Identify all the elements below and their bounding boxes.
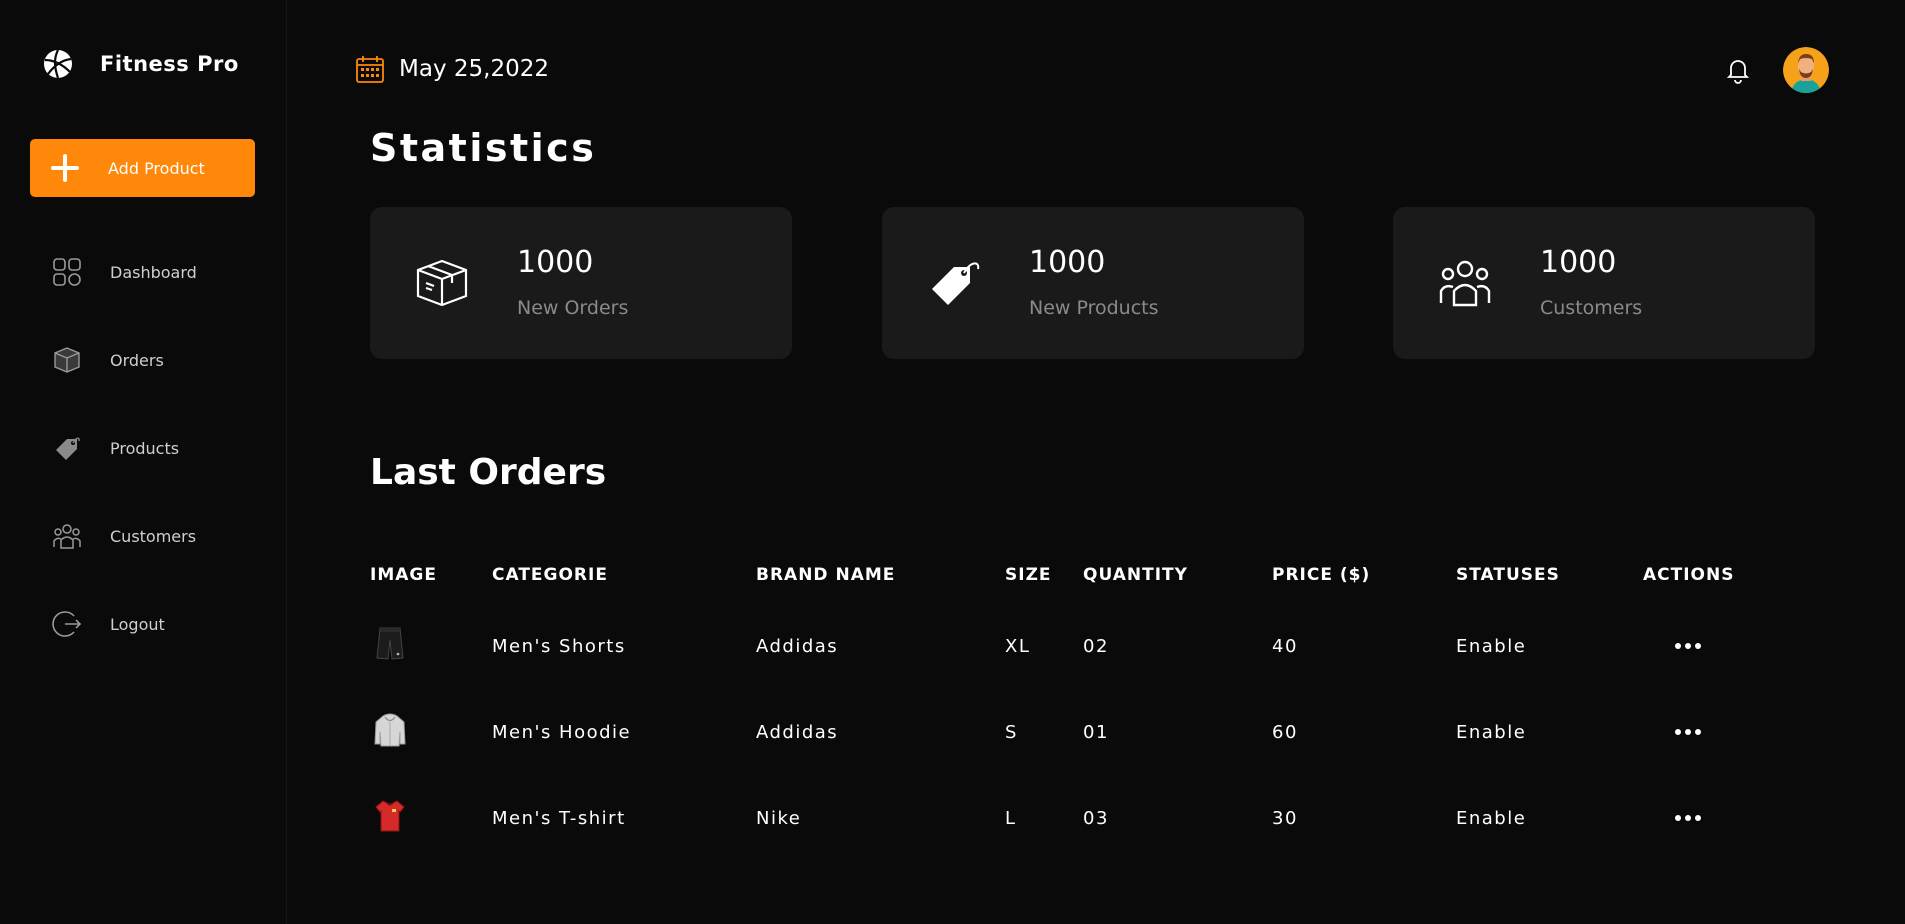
sidebar-item-label: Customers xyxy=(110,526,197,546)
stat-label: New Products xyxy=(1029,297,1159,319)
volleyball-logo-icon xyxy=(44,49,72,79)
sidebar-item-label: Orders xyxy=(110,350,164,370)
cell-status: Enable xyxy=(1456,722,1527,743)
logout-icon xyxy=(52,609,82,639)
sidebar-item-label: Products xyxy=(110,438,180,458)
sidebar-item-dashboard[interactable]: Dashboard xyxy=(0,228,287,316)
more-actions-icon[interactable] xyxy=(1673,727,1703,737)
more-actions-icon[interactable] xyxy=(1673,813,1703,823)
column-header-image: IMAGE xyxy=(370,565,437,585)
tag-icon xyxy=(52,433,82,463)
cell-category: Men's Hoodie xyxy=(492,722,632,743)
cell-brand: Addidas xyxy=(756,636,839,657)
box-icon xyxy=(416,259,468,307)
column-header-actions: ACTIONS xyxy=(1643,565,1735,585)
brand[interactable]: Fitness Pro xyxy=(42,48,239,80)
cell-status: Enable xyxy=(1456,636,1527,657)
date-text: May 25,2022 xyxy=(399,56,549,82)
cell-brand: Addidas xyxy=(756,722,839,743)
column-header-category: CATEGORIE xyxy=(492,565,608,585)
add-product-button[interactable]: Add Product xyxy=(30,139,255,197)
users-icon xyxy=(1439,260,1491,307)
stat-card-new-products: 1000 New Products xyxy=(882,207,1304,359)
date-display[interactable]: May 25,2022 xyxy=(355,54,549,84)
stat-label: Customers xyxy=(1540,297,1643,319)
statistics-heading: Statistics xyxy=(370,126,597,170)
app-root: Fitness Pro Add Product Dashboard Orders… xyxy=(0,0,1905,924)
sidebar-item-customers[interactable]: Customers xyxy=(0,492,287,580)
more-actions-icon[interactable] xyxy=(1673,641,1703,651)
stat-value: 1000 xyxy=(1029,245,1106,280)
sidebar: Fitness Pro Add Product Dashboard Orders… xyxy=(0,0,287,924)
plus-icon xyxy=(51,154,79,182)
cell-quantity: 01 xyxy=(1083,722,1109,743)
column-header-price: PRICE ($) xyxy=(1272,565,1371,585)
grid-icon xyxy=(52,257,82,287)
shorts-thumbnail-icon xyxy=(376,627,404,660)
last-orders-heading: Last Orders xyxy=(370,452,607,493)
main-content: May 25,2022 Statistics 1000 New Orders 1… xyxy=(287,0,1905,924)
sidebar-item-logout[interactable]: Logout xyxy=(0,580,287,668)
stat-card-new-orders: 1000 New Orders xyxy=(370,207,792,359)
stat-value: 1000 xyxy=(1540,245,1617,280)
cell-quantity: 03 xyxy=(1083,808,1109,829)
stat-card-customers: 1000 Customers xyxy=(1393,207,1815,359)
cell-price: 40 xyxy=(1272,636,1298,657)
cell-brand: Nike xyxy=(756,808,802,829)
avatar-illustration-icon xyxy=(1783,47,1829,93)
cell-status: Enable xyxy=(1456,808,1527,829)
column-header-size: SIZE xyxy=(1005,565,1052,585)
calendar-icon xyxy=(356,56,384,83)
hoodie-thumbnail-icon xyxy=(374,713,406,747)
stat-label: New Orders xyxy=(517,297,629,319)
sidebar-item-products[interactable]: Products xyxy=(0,404,287,492)
sidebar-item-label: Dashboard xyxy=(110,262,197,282)
cell-quantity: 02 xyxy=(1083,636,1109,657)
cell-size: L xyxy=(1005,808,1017,829)
tshirt-thumbnail-icon xyxy=(375,800,405,832)
cell-price: 30 xyxy=(1272,808,1298,829)
cell-category: Men's Shorts xyxy=(492,636,626,657)
column-header-statuses: STATUSES xyxy=(1456,565,1560,585)
cell-size: XL xyxy=(1005,636,1031,657)
brand-name: Fitness Pro xyxy=(100,52,239,76)
tag-icon xyxy=(932,262,980,305)
cell-category: Men's T-shirt xyxy=(492,808,626,829)
sidebar-item-label: Logout xyxy=(110,614,165,634)
avatar[interactable] xyxy=(1783,47,1829,93)
cell-size: S xyxy=(1005,722,1018,743)
add-product-label: Add Product xyxy=(108,158,205,178)
sidebar-item-orders[interactable]: Orders xyxy=(0,316,287,404)
sidebar-nav: Dashboard Orders Products Customers Logo… xyxy=(0,228,287,668)
box-icon xyxy=(52,345,82,375)
stat-value: 1000 xyxy=(517,245,594,280)
bell-icon[interactable] xyxy=(1724,56,1752,84)
users-icon xyxy=(52,521,82,551)
cell-price: 60 xyxy=(1272,722,1298,743)
column-header-quantity: QUANTITY xyxy=(1083,565,1188,585)
column-header-brand: BRAND NAME xyxy=(756,565,896,585)
